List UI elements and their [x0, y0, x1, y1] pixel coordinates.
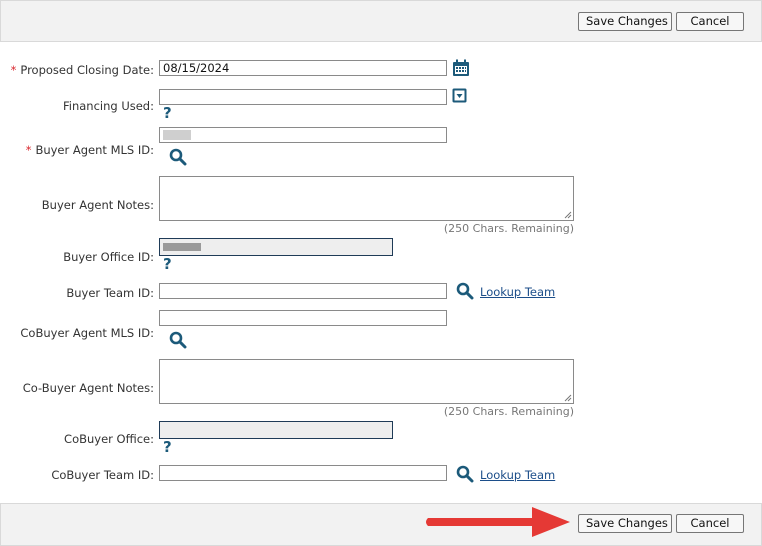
cobuyer-team-input[interactable]	[159, 465, 447, 481]
cancel-button-bottom[interactable]: Cancel	[676, 514, 744, 533]
financing-input[interactable]	[159, 89, 447, 105]
resize-grip-icon[interactable]	[564, 394, 572, 402]
buyer-notes-remaining: (250 Chars. Remaining)	[443, 222, 574, 235]
cobuyer-office-help-icon[interactable]: ?	[163, 440, 172, 455]
top-toolbar: Save Changes Cancel	[0, 0, 762, 42]
cobuyer-notes-remaining: (250 Chars. Remaining)	[443, 405, 574, 418]
buyer-team-label: Buyer Team ID:	[66, 286, 154, 300]
buyer-lookup-team-link[interactable]: Lookup Team	[480, 285, 555, 299]
dropdown-icon[interactable]	[452, 88, 467, 103]
save-changes-button-top[interactable]: Save Changes	[578, 12, 672, 31]
redacted-value	[163, 130, 191, 140]
save-changes-button-bottom[interactable]: Save Changes	[578, 514, 672, 533]
cobuyer-agent-notes-textarea[interactable]	[159, 359, 574, 404]
buyer-team-input[interactable]	[159, 283, 447, 299]
buyer-team-search-icon[interactable]	[456, 282, 474, 300]
closing-date-label: * Proposed Closing Date:	[10, 63, 154, 77]
bottom-toolbar: Save Changes Cancel	[0, 503, 762, 546]
resize-grip-icon[interactable]	[564, 211, 572, 219]
cobuyer-agent-notes-label: Co-Buyer Agent Notes:	[22, 381, 154, 395]
buyer-office-label: Buyer Office ID:	[63, 250, 154, 264]
cobuyer-lookup-team-link[interactable]: Lookup Team	[480, 468, 555, 482]
buyer-agent-notes-label: Buyer Agent Notes:	[41, 198, 154, 212]
buyer-agent-notes-textarea[interactable]	[159, 176, 574, 221]
buyer-agent-mls-input[interactable]	[159, 127, 447, 143]
cobuyer-team-search-icon[interactable]	[456, 465, 474, 483]
financing-label: Financing Used:	[62, 99, 154, 113]
cancel-button-top[interactable]: Cancel	[676, 12, 744, 31]
cobuyer-team-label: CoBuyer Team ID:	[51, 468, 154, 482]
financing-help-icon[interactable]: ?	[163, 106, 172, 121]
closing-date-input[interactable]	[159, 60, 447, 76]
cobuyer-agent-mls-label: CoBuyer Agent MLS ID:	[20, 326, 154, 340]
buyer-agent-search-icon[interactable]	[169, 148, 187, 166]
cobuyer-agent-mls-input[interactable]	[159, 310, 447, 326]
cobuyer-office-input	[159, 421, 393, 439]
buyer-agent-mls-label: * Buyer Agent MLS ID:	[25, 143, 154, 157]
redacted-value	[163, 243, 201, 251]
cobuyer-office-label: CoBuyer Office:	[64, 432, 154, 446]
calendar-icon[interactable]	[452, 59, 470, 77]
buyer-office-help-icon[interactable]: ?	[163, 257, 172, 272]
red-arrow-icon	[426, 507, 570, 537]
cobuyer-agent-search-icon[interactable]	[169, 331, 187, 349]
